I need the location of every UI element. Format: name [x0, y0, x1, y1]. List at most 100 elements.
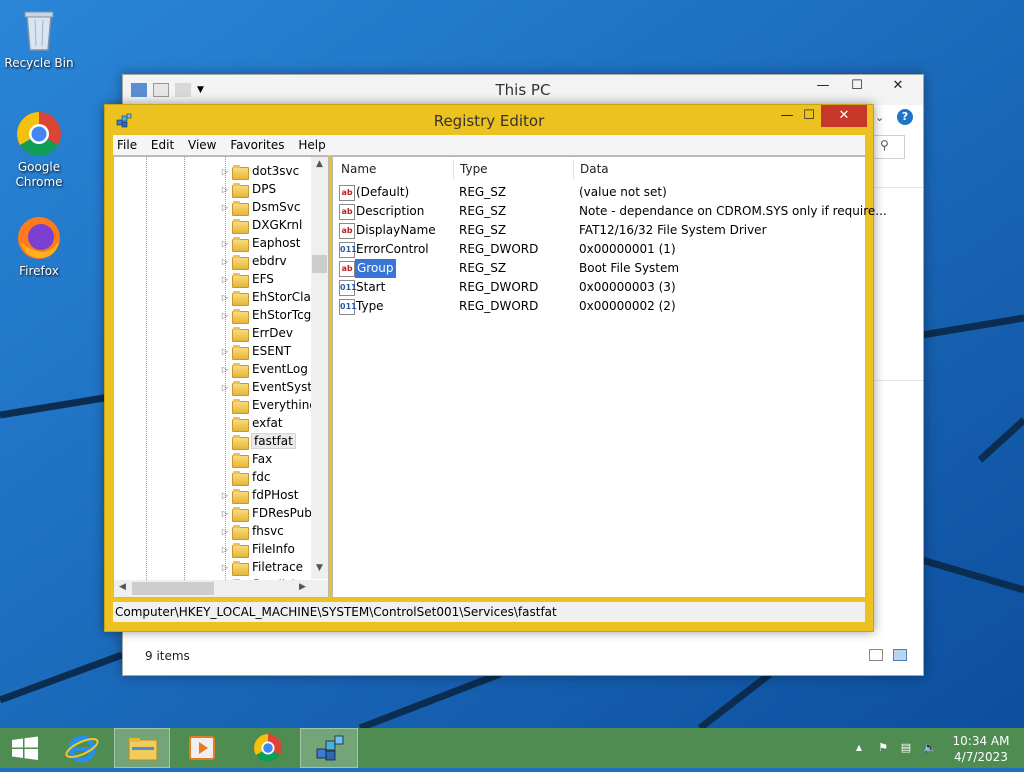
taskbar-registry-editor[interactable]	[300, 728, 358, 768]
tree-key-item[interactable]: ▷ EventLog	[220, 360, 308, 378]
value-type: REG_DWORD	[459, 299, 539, 313]
column-header-type[interactable]: Type	[460, 157, 488, 181]
tree-key-item[interactable]: ▷ ebdrv	[220, 252, 287, 270]
tree-key-item[interactable]: ▷ Filetrace	[220, 558, 303, 576]
expand-arrow-icon[interactable]: ▷	[220, 181, 230, 199]
tree-key-item[interactable]: exfat	[220, 414, 283, 432]
close-button[interactable]: ✕	[821, 105, 867, 127]
value-row[interactable]: ab Group REG_SZ Boot File System	[339, 259, 859, 278]
column-separator[interactable]	[453, 159, 454, 179]
tree-key-item[interactable]: ▷ ESENT	[220, 342, 291, 360]
system-clock[interactable]: 10:34 AM 4/7/2023	[948, 733, 1014, 765]
column-header-data[interactable]: Data	[580, 157, 609, 181]
expand-arrow-icon[interactable]: ▷	[220, 379, 230, 397]
tree-key-item[interactable]: ▷ fdPHost	[220, 486, 298, 504]
expand-arrow-icon[interactable]: ▷	[220, 289, 230, 307]
expand-arrow-icon[interactable]: ▷	[220, 307, 230, 325]
tree-key-item[interactable]: ▷ dot3svc	[220, 162, 299, 180]
scroll-left-arrow[interactable]: ◀	[114, 582, 131, 592]
search-box[interactable]: ⚲	[871, 135, 905, 159]
large-icons-view-icon[interactable]	[893, 649, 907, 661]
tree-key-label: fdPHost	[252, 488, 299, 502]
expand-arrow-icon[interactable]: ▷	[220, 253, 230, 271]
expand-arrow-icon[interactable]: ▷	[220, 523, 230, 541]
taskbar-file-explorer[interactable]	[114, 728, 170, 768]
tree-vertical-scrollbar[interactable]: ▲ ▼	[311, 157, 328, 579]
tree-key-item[interactable]: ▷ Eaphost	[220, 234, 300, 252]
expand-arrow-icon[interactable]: ▷	[220, 541, 230, 559]
value-name: Start	[356, 280, 386, 294]
show-hidden-icons-arrow[interactable]: ▲	[850, 739, 868, 757]
key-tree[interactable]: ▷ dot3svc ▷ DPS ▷ DsmSvc DXGKrnl ▷ Eaphost ▷ ebdrv…	[113, 156, 329, 598]
this-pc-titlebar[interactable]: ▼ This PC — ☐ ✕	[123, 75, 923, 105]
scroll-up-arrow[interactable]: ▲	[311, 159, 328, 169]
column-header-name[interactable]: Name	[341, 157, 376, 181]
expand-arrow-icon[interactable]: ▷	[220, 163, 230, 181]
menu-edit[interactable]: Edit	[146, 135, 179, 155]
scroll-thumb[interactable]	[132, 582, 214, 595]
value-data: 0x00000001 (1)	[579, 242, 676, 256]
menu-favorites[interactable]: Favorites	[225, 135, 289, 155]
value-row[interactable]: 011 Type REG_DWORD 0x00000002 (2)	[339, 297, 859, 316]
scroll-thumb[interactable]	[312, 255, 327, 273]
tree-key-item[interactable]: ▷ EhStorClas	[220, 288, 317, 306]
menu-help[interactable]: Help	[293, 135, 330, 155]
volume-muted-icon[interactable]: 🔈	[921, 739, 939, 757]
expand-arrow-icon[interactable]: ▷	[220, 199, 230, 217]
value-row[interactable]: ab (Default) REG_SZ (value not set)	[339, 183, 859, 202]
scroll-down-arrow[interactable]: ▼	[311, 563, 328, 573]
desktop-icon-recycle-bin[interactable]: Recycle Bin	[2, 6, 76, 71]
internet-explorer-icon	[65, 735, 99, 763]
menu-view[interactable]: View	[183, 135, 221, 155]
expand-arrow-icon[interactable]: ▷	[220, 271, 230, 289]
column-separator[interactable]	[573, 159, 574, 179]
expand-arrow-icon[interactable]: ▷	[220, 505, 230, 523]
expand-arrow-icon[interactable]: ▷	[220, 361, 230, 379]
details-view-icon[interactable]	[869, 649, 883, 661]
expand-arrow-icon[interactable]: ▷	[220, 343, 230, 361]
registry-editor-title: Registry Editor	[433, 112, 545, 130]
tree-key-item[interactable]: ▷ EhStorTcgI	[220, 306, 315, 324]
minimize-button[interactable]: —	[805, 75, 841, 97]
tree-key-item[interactable]: ▷ FDResPub	[220, 504, 312, 522]
expand-arrow-icon[interactable]: ▷	[220, 559, 230, 577]
taskbar-google-chrome[interactable]	[240, 728, 296, 768]
close-button[interactable]: ✕	[875, 75, 921, 97]
value-type: REG_DWORD	[459, 242, 539, 256]
tree-key-item[interactable]: ▷ EFS	[220, 270, 274, 288]
value-row[interactable]: ab Description REG_SZ Note - dependance on …	[339, 202, 887, 221]
taskbar: ▲ ⚑ ▤ 🔈 10:34 AM 4/7/2023	[0, 728, 1024, 768]
maximize-button[interactable]: ☐	[839, 75, 875, 97]
tree-key-item[interactable]: Everything	[220, 396, 317, 414]
tree-key-item[interactable]: ErrDev	[220, 324, 293, 342]
taskbar-internet-explorer[interactable]	[54, 728, 110, 768]
registry-editor-window[interactable]: Registry Editor — ☐ ✕ File Edit View Fav…	[104, 104, 887, 632]
binary-value-icon: 011	[339, 280, 357, 296]
tree-key-item[interactable]: ▷ DsmSvc	[220, 198, 301, 216]
value-row[interactable]: ab DisplayName REG_SZ FAT12/16/32 File Syst…	[339, 221, 859, 240]
tree-key-item[interactable]: fdc	[220, 468, 270, 486]
start-button[interactable]	[0, 728, 50, 768]
menu-file[interactable]: File	[113, 135, 142, 155]
tree-key-item[interactable]: DXGKrnl	[220, 216, 302, 234]
value-row[interactable]: 011 Start REG_DWORD 0x00000003 (3)	[339, 278, 859, 297]
desktop-icon-firefox[interactable]: Firefox	[2, 214, 76, 279]
desktop-icon-google-chrome[interactable]: Google Chrome	[2, 110, 76, 190]
scroll-right-arrow[interactable]: ▶	[294, 582, 311, 592]
values-list[interactable]: Name Type Data ab (Default) REG_SZ (value n…	[332, 156, 887, 598]
tree-key-item[interactable]: ▷ EventSyste	[220, 378, 319, 396]
tree-key-item[interactable]: ▷ FileInfo	[220, 540, 295, 558]
chevron-down-icon[interactable]: ⌄	[875, 111, 884, 124]
help-icon[interactable]: ?	[897, 109, 913, 125]
tree-key-item[interactable]: ▷ fhsvc	[220, 522, 284, 540]
taskbar-media-player[interactable]	[174, 728, 230, 768]
expand-arrow-icon[interactable]: ▷	[220, 487, 230, 505]
value-row[interactable]: 011 ErrorControl REG_DWORD 0x00000001 (1)	[339, 240, 859, 259]
tree-key-item[interactable]: ▷ DPS	[220, 180, 276, 198]
network-icon[interactable]: ▤	[897, 739, 915, 757]
expand-arrow-icon[interactable]: ▷	[220, 235, 230, 253]
tree-key-item[interactable]: Fax	[220, 450, 272, 468]
tree-key-item[interactable]: fastfat	[220, 432, 296, 450]
action-center-flag-icon[interactable]: ⚑	[874, 739, 892, 757]
tree-horizontal-scrollbar[interactable]: ◀ ▶	[114, 580, 328, 597]
